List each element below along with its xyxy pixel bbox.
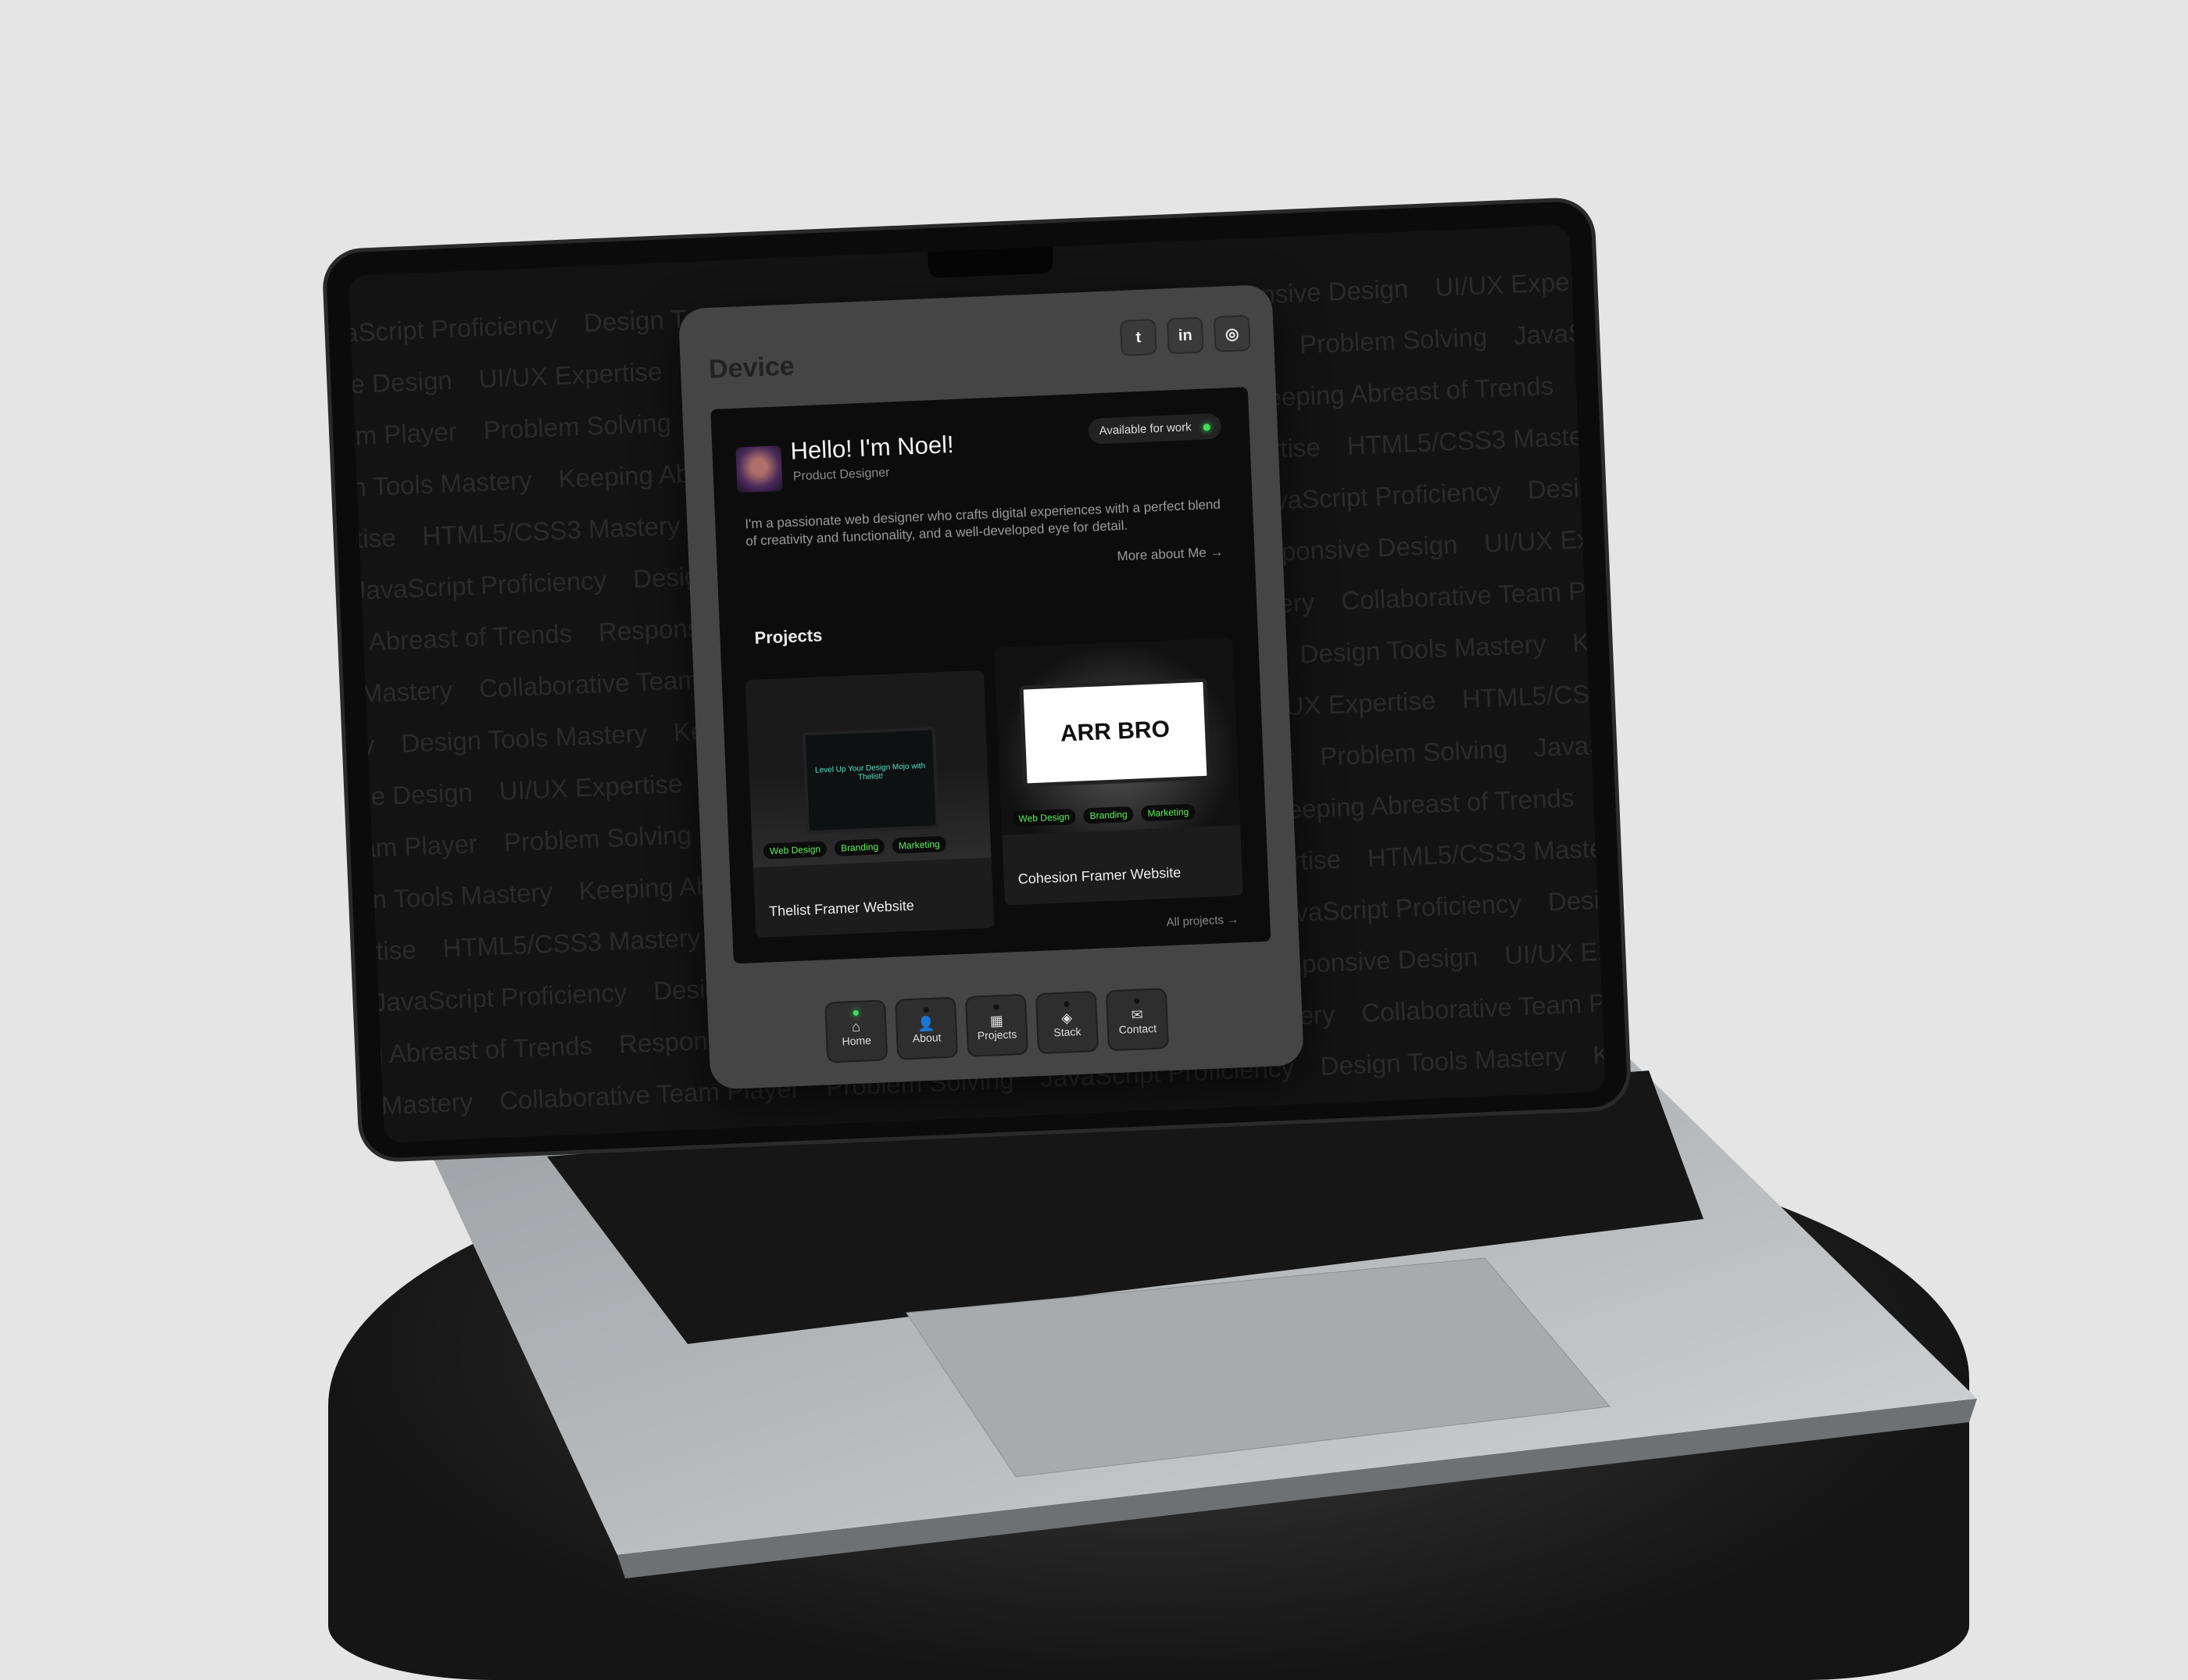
skill-text: Keeping Abreast of Trends: [1592, 1028, 1606, 1070]
skill-text: Problem Solving: [482, 408, 672, 445]
tag: Marketing: [1141, 803, 1196, 822]
indicator-dot: [922, 1006, 929, 1013]
projects-title: Projects: [753, 625, 823, 648]
project-name: Cohesion Framer Website: [1017, 864, 1182, 888]
skill-text: UI/UX Expertise: [477, 356, 663, 394]
nav-projects[interactable]: ▦ Projects: [964, 993, 1029, 1057]
nav-contact[interactable]: ✉ Contact: [1105, 988, 1169, 1052]
skill-text: Design Tools Mastery: [1547, 877, 1606, 917]
skill-text: UI/UX Expertise: [1434, 265, 1606, 302]
availability-badge: Available for work: [1088, 413, 1222, 445]
skill-text: Design Tools Mastery: [1299, 629, 1546, 669]
laptop-lid: JavaScript Proficiency Design Tools Maste…: [325, 200, 1628, 1160]
all-projects-link[interactable]: All projects →: [1166, 913, 1239, 929]
layers-icon: ◈: [1060, 1010, 1073, 1026]
skill-text: Design Tools Mastery: [1319, 1041, 1568, 1081]
home-icon: ⌂: [851, 1018, 861, 1035]
skill-text: JavaScript Proficiency: [1267, 888, 1522, 928]
skill-text: Design Tools Mastery: [348, 878, 553, 917]
indicator-dot: [1063, 1001, 1070, 1007]
tag: Marketing: [892, 835, 947, 854]
nav-label: About: [912, 1031, 942, 1045]
role: Product Designer: [792, 466, 890, 484]
skill-text: HTML5/CSS3 Mastery: [348, 1087, 474, 1128]
skill-text: Keeping Abreast of Trends: [1269, 783, 1575, 825]
project-card[interactable]: ARR BRO Web Design Branding Marketing Cohe…: [994, 638, 1243, 906]
skill-text: HTML5/CSS3 Mastery: [1461, 674, 1606, 713]
brand-logo: Device: [708, 351, 795, 384]
nav-about[interactable]: 👤 About: [895, 996, 959, 1060]
avatar: [735, 445, 783, 493]
skill-text: UI/UX Expertise: [498, 768, 684, 806]
skill-text: JavaScript Proficiency: [352, 565, 607, 606]
skill-text: Responsive Design: [348, 777, 474, 817]
skill-text: JavaScript Proficiency: [1533, 723, 1606, 763]
indicator-dot: [1133, 998, 1140, 1004]
tag: Web Design: [1012, 808, 1077, 827]
skill-text: Keeping Abreast of Trends: [348, 1031, 593, 1073]
project-name: Thelist Framer Website: [768, 897, 915, 920]
skill-text: HTML5/CSS3 Mastery: [1367, 832, 1606, 873]
grid-icon: ▦: [989, 1012, 1004, 1029]
skill-text: UI/UX Expertise: [1503, 933, 1606, 970]
screen: JavaScript Proficiency Design Tools Maste…: [348, 224, 1606, 1143]
skill-text: Design Tools Mastery: [1526, 465, 1606, 505]
skill-text: Design Tools Mastery: [400, 718, 648, 758]
bio: I'm a passionate web designer who crafts…: [744, 496, 1221, 549]
tag: Branding: [834, 838, 885, 856]
project-card[interactable]: Level Up Your Design Mojo with Thelist! …: [745, 670, 995, 938]
nav-label: Projects: [977, 1028, 1017, 1042]
skill-text: JavaScript Proficiency: [373, 978, 628, 1017]
skill-text: Collaborative Team Player: [1340, 574, 1606, 616]
skill-text: JavaScript Proficiency: [348, 309, 558, 349]
indicator-dot: [853, 1010, 859, 1017]
skill-text: Collaborative Team Player: [348, 416, 458, 459]
device-card: Device t in ◎ Hello! I'm Noel! Product D…: [677, 284, 1305, 1090]
twitter-icon[interactable]: t: [1119, 319, 1157, 356]
nav-label: Stack: [1053, 1024, 1081, 1039]
skill-text: Problem Solving: [1319, 734, 1509, 771]
skill-text: Problem Solving: [1299, 322, 1488, 359]
skill-text: Keeping Abreast of Trends: [1249, 370, 1554, 413]
instagram-icon[interactable]: ◎: [1213, 314, 1251, 352]
skill-text: JavaScript Proficiency: [348, 730, 376, 770]
greeting: Hello! I'm Noel!: [789, 430, 955, 465]
bottom-nav: ⌂ Home 👤 About ▦ Projects ◈ Stack ✉ Contact: [824, 988, 1169, 1063]
skill-text: Keeping Abreast of Trends: [348, 618, 573, 660]
nav-home[interactable]: ⌂ Home: [824, 999, 888, 1063]
content-panel: Hello! I'm Noel! Product Designer Availa…: [710, 387, 1271, 964]
indicator-dot: [992, 1004, 999, 1010]
skill-text: Collaborative Team Player: [348, 828, 478, 870]
skill-text: UI/UX Expertise: [348, 935, 417, 971]
skill-text: Design Tools Mastery: [348, 465, 533, 505]
skill-text: HTML5/CSS3 Mastery: [348, 675, 453, 715]
nav-label: Home: [842, 1034, 872, 1048]
nav-label: Contact: [1118, 1021, 1157, 1036]
skill-text: Responsive Design: [1600, 773, 1606, 811]
tag: Web Design: [763, 841, 828, 860]
skill-text: Problem Solving: [502, 820, 692, 857]
skill-text: Responsive Design: [348, 365, 453, 404]
skill-text: HTML5/CSS3 Mastery: [421, 510, 681, 551]
camera-notch: [928, 246, 1054, 279]
nav-stack[interactable]: ◈ Stack: [1035, 990, 1099, 1055]
mail-icon: ✉: [1131, 1006, 1144, 1024]
skill-text: HTML5/CSS3 Mastery: [1346, 420, 1606, 460]
tag: Branding: [1083, 806, 1134, 824]
skill-text: JavaScript Proficiency: [1513, 310, 1606, 350]
user-icon: 👤: [917, 1015, 935, 1032]
skill-text: HTML5/CSS3 Mastery: [442, 923, 702, 963]
skill-text: UI/UX Expertise: [348, 522, 397, 559]
project-preview: ARR BRO: [1019, 677, 1211, 788]
status-dot: [1203, 424, 1210, 431]
skill-text: Collaborative Team Player: [1360, 985, 1606, 1028]
project-preview: Level Up Your Design Mojo with Thelist!: [802, 727, 939, 835]
skill-text: UI/UX Expertise: [1483, 520, 1606, 558]
more-about-link[interactable]: More about Me →: [1117, 545, 1224, 565]
skill-text: Keeping Abreast of Trends: [1571, 616, 1606, 658]
linkedin-icon[interactable]: in: [1166, 316, 1204, 355]
skill-text: JavaScript Proficiency: [1246, 476, 1502, 517]
availability-text: Available for work: [1099, 420, 1192, 438]
